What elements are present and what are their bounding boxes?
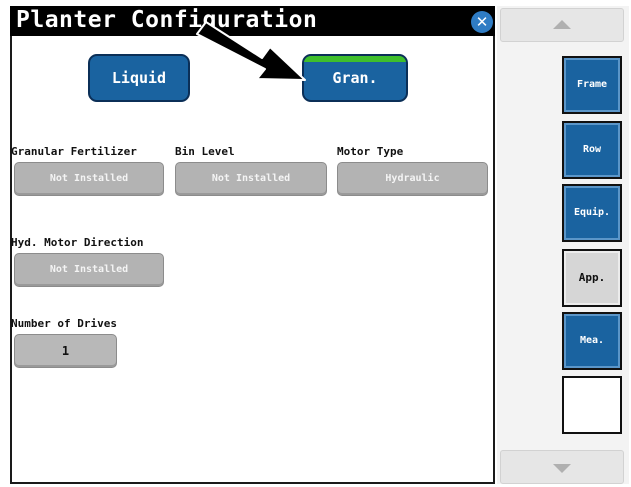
- hyd-motor-direction-button[interactable]: Not Installed: [14, 253, 164, 287]
- number-of-drives-button[interactable]: 1: [14, 334, 117, 368]
- scroll-down-button[interactable]: [500, 450, 624, 484]
- granular-button-label: Gran.: [332, 69, 378, 87]
- selected-indicator: [304, 56, 406, 62]
- tab-frame[interactable]: Frame: [562, 56, 622, 114]
- granular-fertilizer-label: Granular Fertilizer: [11, 145, 137, 158]
- tab-blank[interactable]: [562, 376, 622, 434]
- bin-level-button[interactable]: Not Installed: [175, 162, 327, 196]
- tab-row[interactable]: Row: [562, 121, 622, 179]
- hyd-motor-direction-label: Hyd. Motor Direction: [11, 236, 144, 249]
- planter-configuration-screen: Planter Configuration ✕ Liquid Gran. Gra…: [0, 0, 631, 487]
- scroll-up-button[interactable]: [500, 8, 624, 42]
- number-of-drives-label: Number of Drives: [11, 317, 117, 330]
- close-icon: ✕: [475, 13, 489, 31]
- liquid-button[interactable]: Liquid: [88, 54, 190, 102]
- motor-type-button[interactable]: Hydraulic: [337, 162, 488, 196]
- liquid-button-label: Liquid: [111, 69, 167, 87]
- close-button[interactable]: ✕: [471, 11, 493, 33]
- triangle-down-icon: [553, 464, 571, 473]
- title-bar: Planter Configuration ✕: [10, 6, 495, 36]
- tab-app[interactable]: App.: [562, 249, 622, 307]
- page-title: Planter Configuration: [16, 7, 318, 33]
- granular-fertilizer-button[interactable]: Not Installed: [14, 162, 164, 196]
- tab-mea[interactable]: Mea.: [562, 312, 622, 370]
- motor-type-label: Motor Type: [337, 145, 404, 158]
- triangle-up-icon: [553, 20, 571, 29]
- granular-button[interactable]: Gran.: [302, 54, 408, 102]
- tab-equip[interactable]: Equip.: [562, 184, 622, 242]
- bin-level-label: Bin Level: [175, 145, 235, 158]
